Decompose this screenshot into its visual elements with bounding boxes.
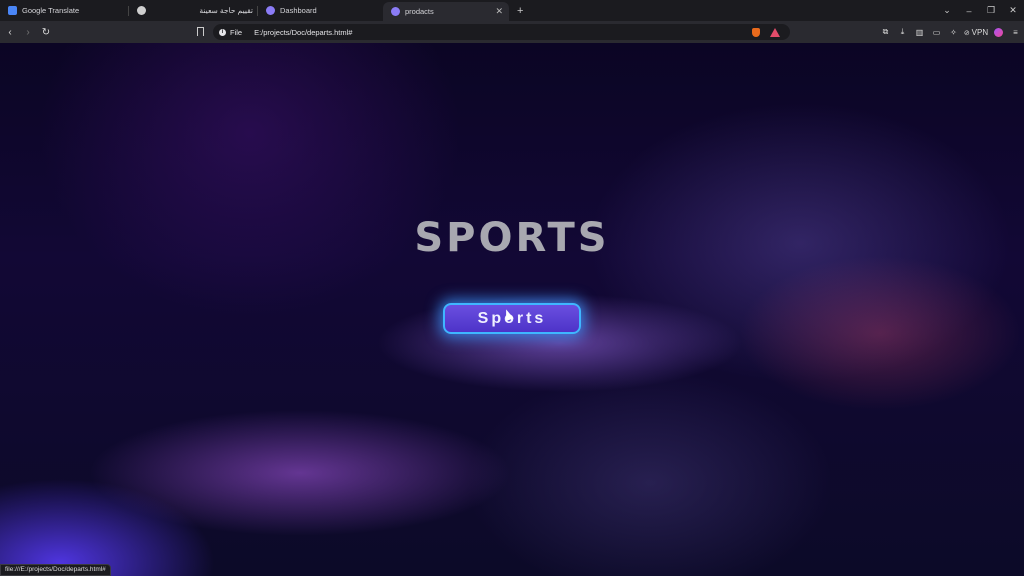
- tab-chatgpt[interactable]: تقييم حاجة سعينة: [129, 1, 257, 20]
- brave-rewards-icon[interactable]: [770, 28, 780, 37]
- wallet-icon[interactable]: ▭: [928, 28, 945, 37]
- page-title: SPORTS: [414, 215, 610, 261]
- brave-shield-icon[interactable]: [752, 28, 760, 37]
- tab-label-arabic: تقييم حاجة سعينة: [199, 6, 253, 15]
- tab-google-translate[interactable]: Google Translate: [0, 1, 128, 20]
- translate-icon: [8, 6, 17, 15]
- tab-label: Google Translate: [22, 6, 80, 15]
- url-text[interactable]: E:/projects/Doc/departs.html#: [254, 28, 352, 37]
- forward-icon[interactable]: ›: [20, 27, 36, 38]
- tab-strip: Google Translate تقييم حاجة سعينة Dashbo…: [0, 0, 1024, 21]
- browser-toolbar: ‹ › ↻ i File E:/projects/Doc/departs.htm…: [0, 21, 1024, 43]
- close-window-button[interactable]: ✕: [1002, 5, 1024, 16]
- chatgpt-icon: [137, 6, 146, 15]
- tab-label: prodacts: [405, 7, 434, 16]
- vpn-label: VPN: [971, 27, 989, 37]
- new-tab-button[interactable]: +: [517, 5, 523, 17]
- window-controls: ⌄ – ❐ ✕: [936, 0, 1024, 21]
- download-icon[interactable]: ⤓: [894, 27, 911, 37]
- tab-prodacts[interactable]: prodacts ✕: [383, 2, 509, 21]
- minimize-button[interactable]: –: [958, 6, 980, 16]
- bookmark-icon[interactable]: [197, 27, 204, 36]
- close-tab-icon[interactable]: ✕: [495, 6, 503, 17]
- url-scheme: File: [230, 27, 243, 37]
- tab-label: Dashboard: [280, 6, 317, 15]
- info-icon[interactable]: i: [219, 28, 226, 36]
- vpn-button[interactable]: ⊘ VPN: [962, 28, 990, 37]
- status-bar: file:///E:/projects/Doc/departs.html#: [0, 564, 111, 576]
- sidebar-icon[interactable]: ▥: [911, 28, 928, 37]
- profile-icon[interactable]: [994, 27, 1003, 37]
- github-icon: [266, 6, 275, 15]
- page-content: SPORTS Sports: [0, 43, 1024, 576]
- menu-icon[interactable]: ≡: [1007, 28, 1024, 37]
- tab-dashboard[interactable]: Dashboard: [258, 1, 383, 20]
- back-icon[interactable]: ‹: [2, 27, 18, 38]
- toolbar-actions: ⧉ ⤓ ▥ ▭ ✧ ⊘ VPN ≡: [877, 21, 1024, 43]
- leo-ai-icon[interactable]: ✧: [945, 28, 962, 37]
- restore-button[interactable]: ❐: [980, 5, 1002, 16]
- tab-search-button[interactable]: ⌄: [936, 5, 958, 16]
- reload-icon[interactable]: ↻: [38, 27, 54, 38]
- address-bar[interactable]: i File E:/projects/Doc/departs.html#: [213, 24, 790, 40]
- github-icon: [391, 7, 400, 16]
- extensions-icon[interactable]: ⧉: [877, 27, 894, 37]
